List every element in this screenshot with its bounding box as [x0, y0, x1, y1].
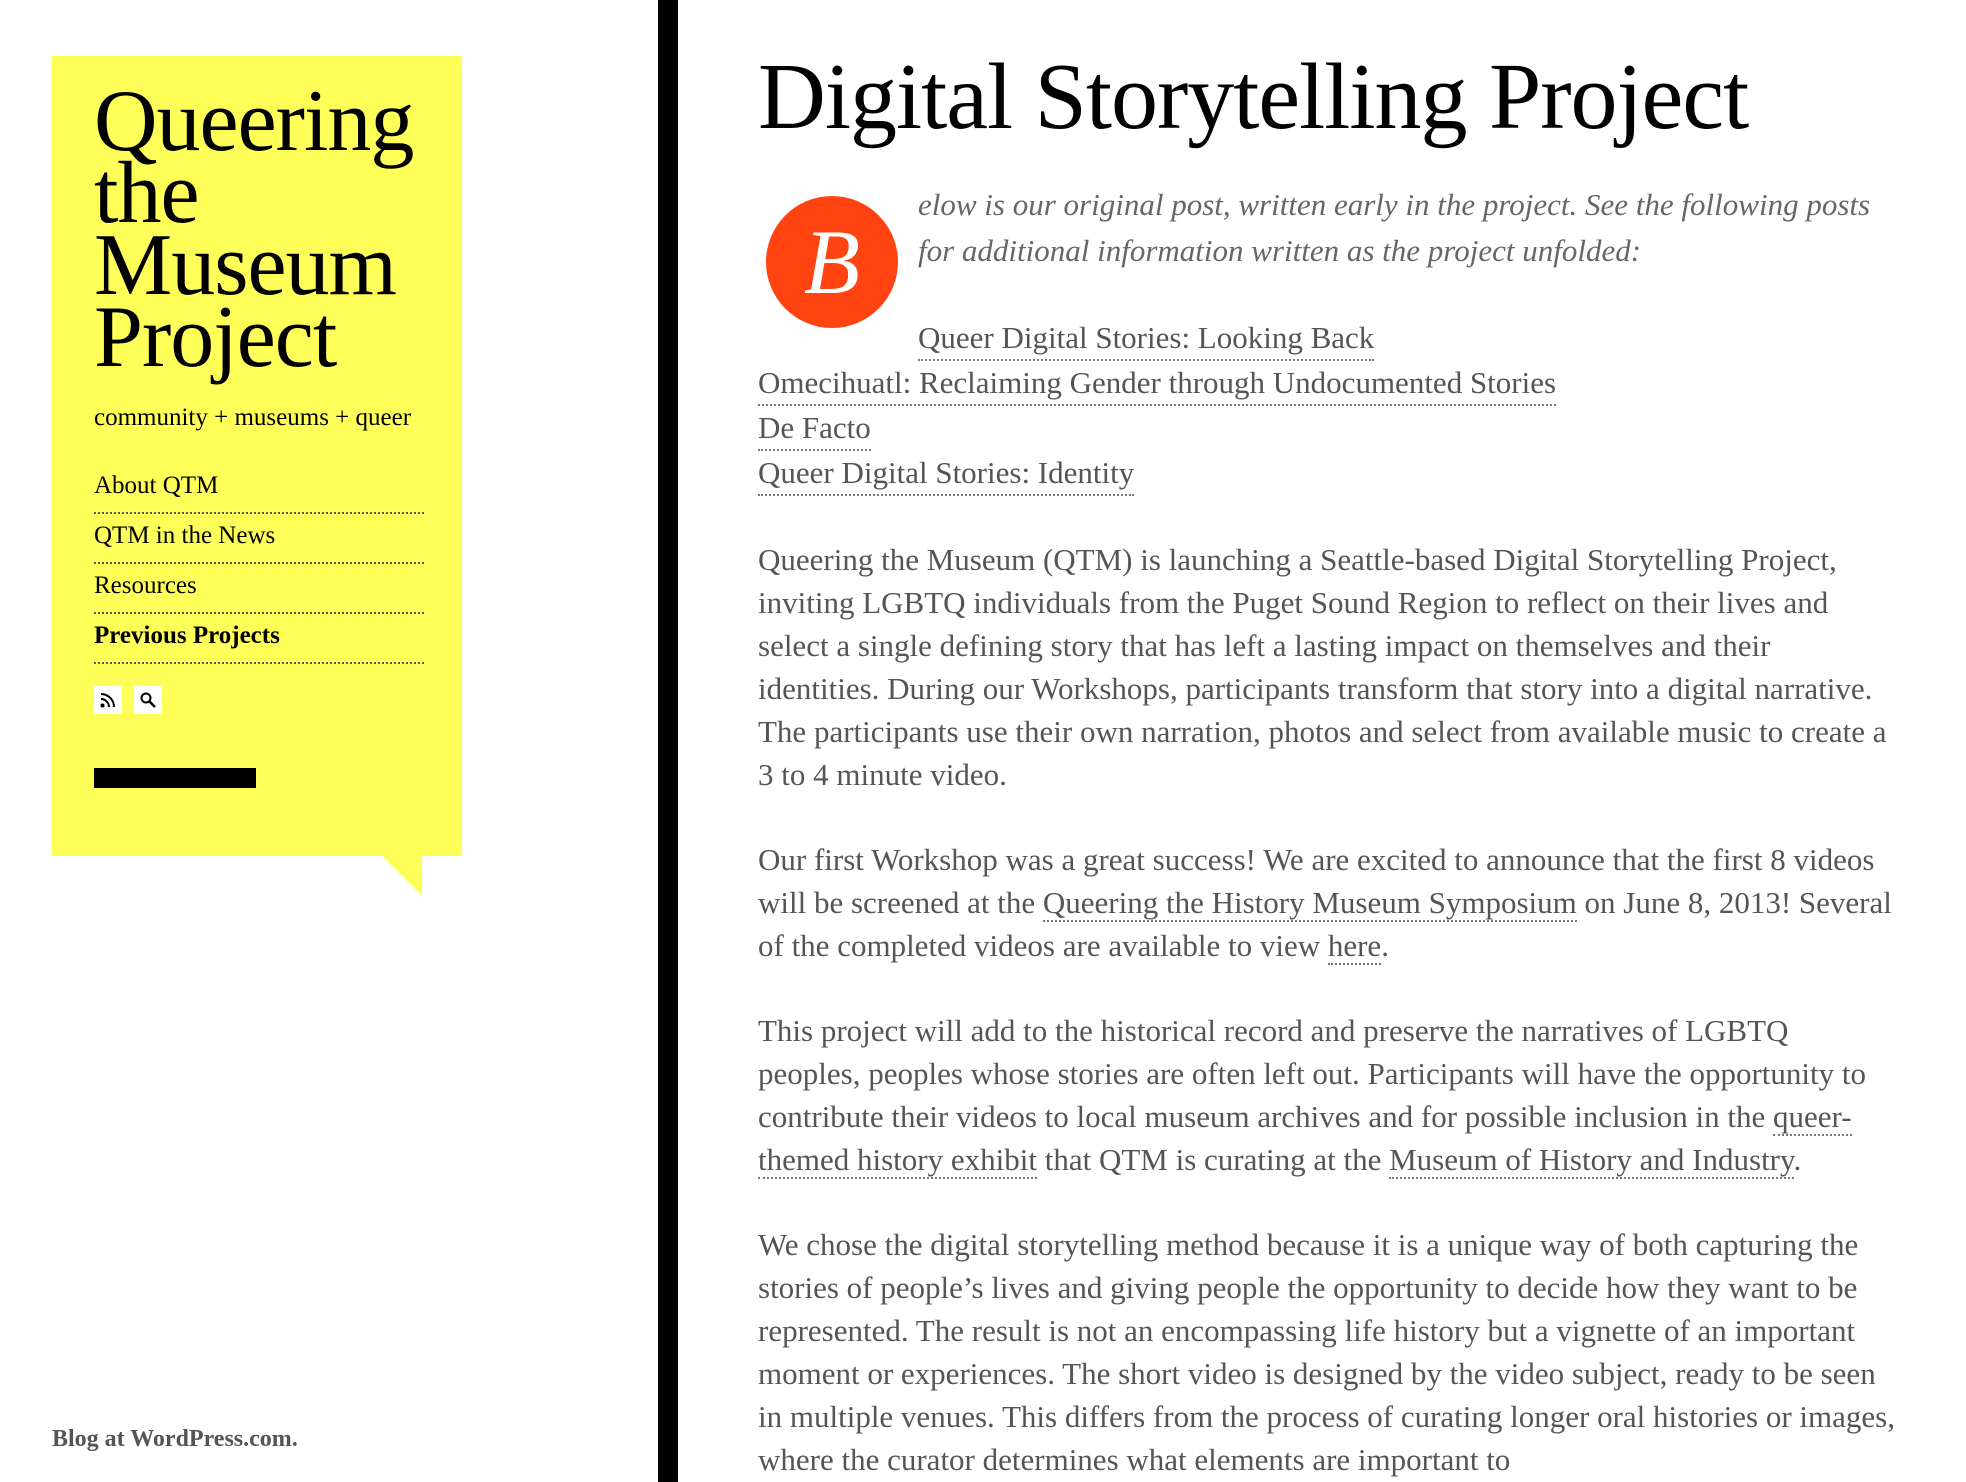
related-links: Queer Digital Stories: Looking Back Omec… [758, 316, 1898, 496]
videos-here-link[interactable]: here [1327, 928, 1382, 965]
nav-item-resources[interactable]: Resources [94, 566, 424, 614]
post-title: Digital Storytelling Project [758, 45, 1749, 149]
paragraph: We chose the digital storytelling method… [758, 1227, 1895, 1477]
rss-icon[interactable] [94, 686, 122, 714]
search-icon[interactable] [134, 686, 162, 714]
site-tagline: community + museums + queer [94, 404, 412, 431]
site-title[interactable]: Queering the Museum Project [94, 78, 454, 382]
paragraph-text: that QTM is curating at the [1036, 1142, 1390, 1177]
column-divider [658, 0, 678, 1482]
social-links [94, 686, 162, 714]
nav-item-about[interactable]: About QTM [94, 466, 424, 514]
related-link[interactable]: Omecihuatl: Reclaiming Gender through Un… [758, 361, 1557, 406]
nav-item-label[interactable]: QTM in the News [94, 516, 424, 556]
nav-item-label[interactable]: About QTM [94, 466, 424, 506]
sidebar-decorative-bar [94, 768, 256, 788]
paragraph: This project will add to the historical … [758, 1009, 1898, 1181]
related-link[interactable]: Queer Digital Stories: Looking Back [918, 316, 1375, 361]
related-link[interactable]: Queer Digital Stories: Identity [758, 451, 1135, 496]
nav-item-label[interactable]: Previous Projects [94, 616, 424, 656]
paragraph-text: . [1381, 928, 1389, 963]
sidebar-speech-tail [382, 856, 422, 896]
paragraph-text: . [1793, 1142, 1802, 1177]
sidebar: Queering the Museum Project community + … [52, 56, 462, 856]
footer-credit-link[interactable]: Blog at WordPress.com. [52, 1426, 298, 1453]
post-intro: elow is our original post, written early… [918, 187, 1871, 268]
sidebar-nav: About QTM QTM in the News Resources Prev… [94, 466, 424, 666]
symposium-link[interactable]: Queering the History Museum Symposium [1042, 885, 1577, 922]
paragraph-text: This project will add to the historical … [758, 1013, 1866, 1134]
dropcap: B [766, 196, 898, 328]
post-body: Queer Digital Stories: Looking Back Omec… [758, 316, 1898, 1482]
mohai-link[interactable]: Museum of History and Industry [1389, 1142, 1794, 1179]
related-link[interactable]: De Facto [758, 406, 871, 451]
nav-item-previous-projects[interactable]: Previous Projects [94, 616, 424, 664]
paragraph: Our first Workshop was a great success! … [758, 838, 1898, 967]
paragraph: Queering the Museum (QTM) is launching a… [758, 542, 1887, 792]
nav-item-label[interactable]: Resources [94, 566, 424, 606]
nav-item-news[interactable]: QTM in the News [94, 516, 424, 564]
